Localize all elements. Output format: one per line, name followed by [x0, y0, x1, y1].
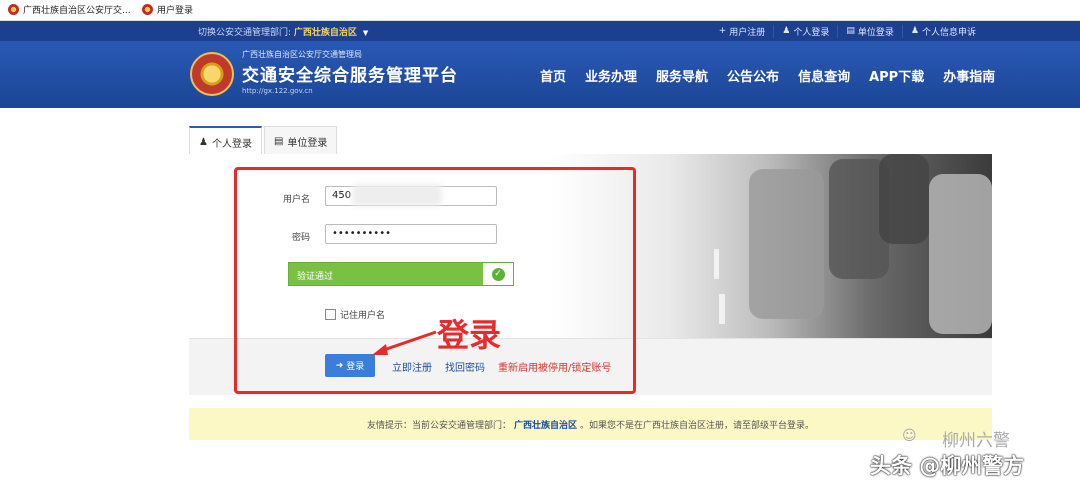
nav-announcements[interactable]: 公告公布	[727, 66, 779, 85]
user-icon: ♟	[910, 26, 919, 36]
register-label: 用户注册	[729, 27, 766, 38]
dept-switcher[interactable]: 切换公安交通管理部门: 广西壮族自治区 ▼	[198, 25, 368, 38]
road-marking	[719, 294, 725, 324]
caret-down-icon: ▼	[362, 29, 369, 37]
login-tabs: ♟ 个人登录 ▤ 单位登录	[189, 126, 339, 156]
personal-login-label: 个人登录	[793, 27, 830, 38]
police-emblem-logo	[190, 52, 234, 96]
nav-info-query[interactable]: 信息查询	[798, 66, 850, 85]
notice-bar: 友情提示：当前公安交通管理部门： 广西壮族自治区 。如果您不是在广西壮族自治区注…	[189, 408, 992, 440]
site-branding[interactable]: 广西壮族自治区公安厅交通管理局 交通安全综合服务管理平台 http://gx.1…	[242, 49, 458, 95]
tab-personal-login[interactable]: ♟ 个人登录	[189, 126, 262, 156]
annotation-label: 登录	[437, 316, 502, 354]
utility-links: + 用户注册 ♟ 个人登录 ▤ 单位登录 ♟ 个人信息申诉	[711, 21, 984, 41]
site-url: http://gx.122.gov.cn	[242, 87, 313, 95]
tab-label: 个人登录	[211, 138, 252, 150]
nav-home[interactable]: 首页	[540, 66, 566, 85]
tab-label: 单位登录	[287, 137, 328, 149]
appeal-label: 个人信息申诉	[921, 27, 976, 38]
personal-login-link[interactable]: ♟ 个人登录	[773, 24, 837, 38]
car-image	[749, 169, 824, 319]
watermark-account: 柳州六警	[942, 431, 1010, 451]
user-icon: ♟	[199, 136, 208, 148]
nav-guide[interactable]: 办事指南	[943, 66, 995, 85]
unit-login-label: 单位登录	[857, 27, 894, 38]
plus-icon: +	[718, 26, 727, 36]
user-icon: ♟	[782, 26, 791, 36]
nav-service-guide[interactable]: 服务导航	[656, 66, 708, 85]
bookmark-item[interactable]: 广西壮族自治区公安厅交...	[8, 3, 131, 16]
annotation-box	[234, 167, 636, 394]
nav-app-download[interactable]: APP下载	[869, 66, 924, 85]
dept-value: 广西壮族自治区	[293, 28, 357, 38]
police-emblem-icon	[142, 4, 153, 15]
wechat-icon: ☺	[902, 428, 917, 444]
tab-unit-login[interactable]: ▤ 单位登录	[263, 126, 338, 155]
bookmarks-bar: 广西壮族自治区公安厅交... 用户登录	[0, 0, 1080, 21]
nav-business[interactable]: 业务办理	[585, 66, 637, 85]
appeal-link[interactable]: ♟ 个人信息申诉	[901, 24, 984, 38]
main-nav: 首页 业务办理 服务导航 公告公布 信息查询 APP下载 办事指南	[540, 66, 995, 85]
bookmark-item[interactable]: 用户登录	[142, 3, 193, 16]
register-link[interactable]: + 用户注册	[711, 25, 774, 38]
building-icon: ▤	[846, 26, 855, 36]
utility-bar: 切换公安交通管理部门: 广西壮族自治区 ▼ + 用户注册 ♟ 个人登录 ▤ 单位登录 …	[0, 21, 1080, 41]
building-icon: ▤	[273, 135, 284, 147]
site-header: 广西壮族自治区公安厅交通管理局 交通安全综合服务管理平台 http://gx.1…	[0, 41, 1080, 108]
car-image	[879, 154, 929, 244]
dept-label: 切换公安交通管理部门:	[198, 28, 292, 38]
annotation-arrow-icon	[372, 330, 437, 355]
site-title: 交通安全综合服务管理平台	[242, 66, 458, 86]
unit-login-link[interactable]: ▤ 单位登录	[837, 24, 902, 38]
car-image	[929, 174, 992, 334]
police-emblem-icon	[8, 4, 19, 15]
notice-prefix: 友情提示：当前公安交通管理部门：	[366, 420, 511, 431]
bookmark-label: 用户登录	[157, 6, 194, 16]
road-marking	[714, 249, 719, 279]
watermark-source: 头条 @柳州警方	[870, 454, 1025, 478]
bookmark-label: 广西壮族自治区公安厅交...	[23, 6, 131, 16]
notice-dept: 广西壮族自治区	[513, 420, 577, 431]
notice-suffix: 。如果您不是在广西壮族自治区注册，请至部级平台登录。	[580, 420, 815, 431]
site-subtitle: 广西壮族自治区公安厅交通管理局	[242, 50, 362, 59]
